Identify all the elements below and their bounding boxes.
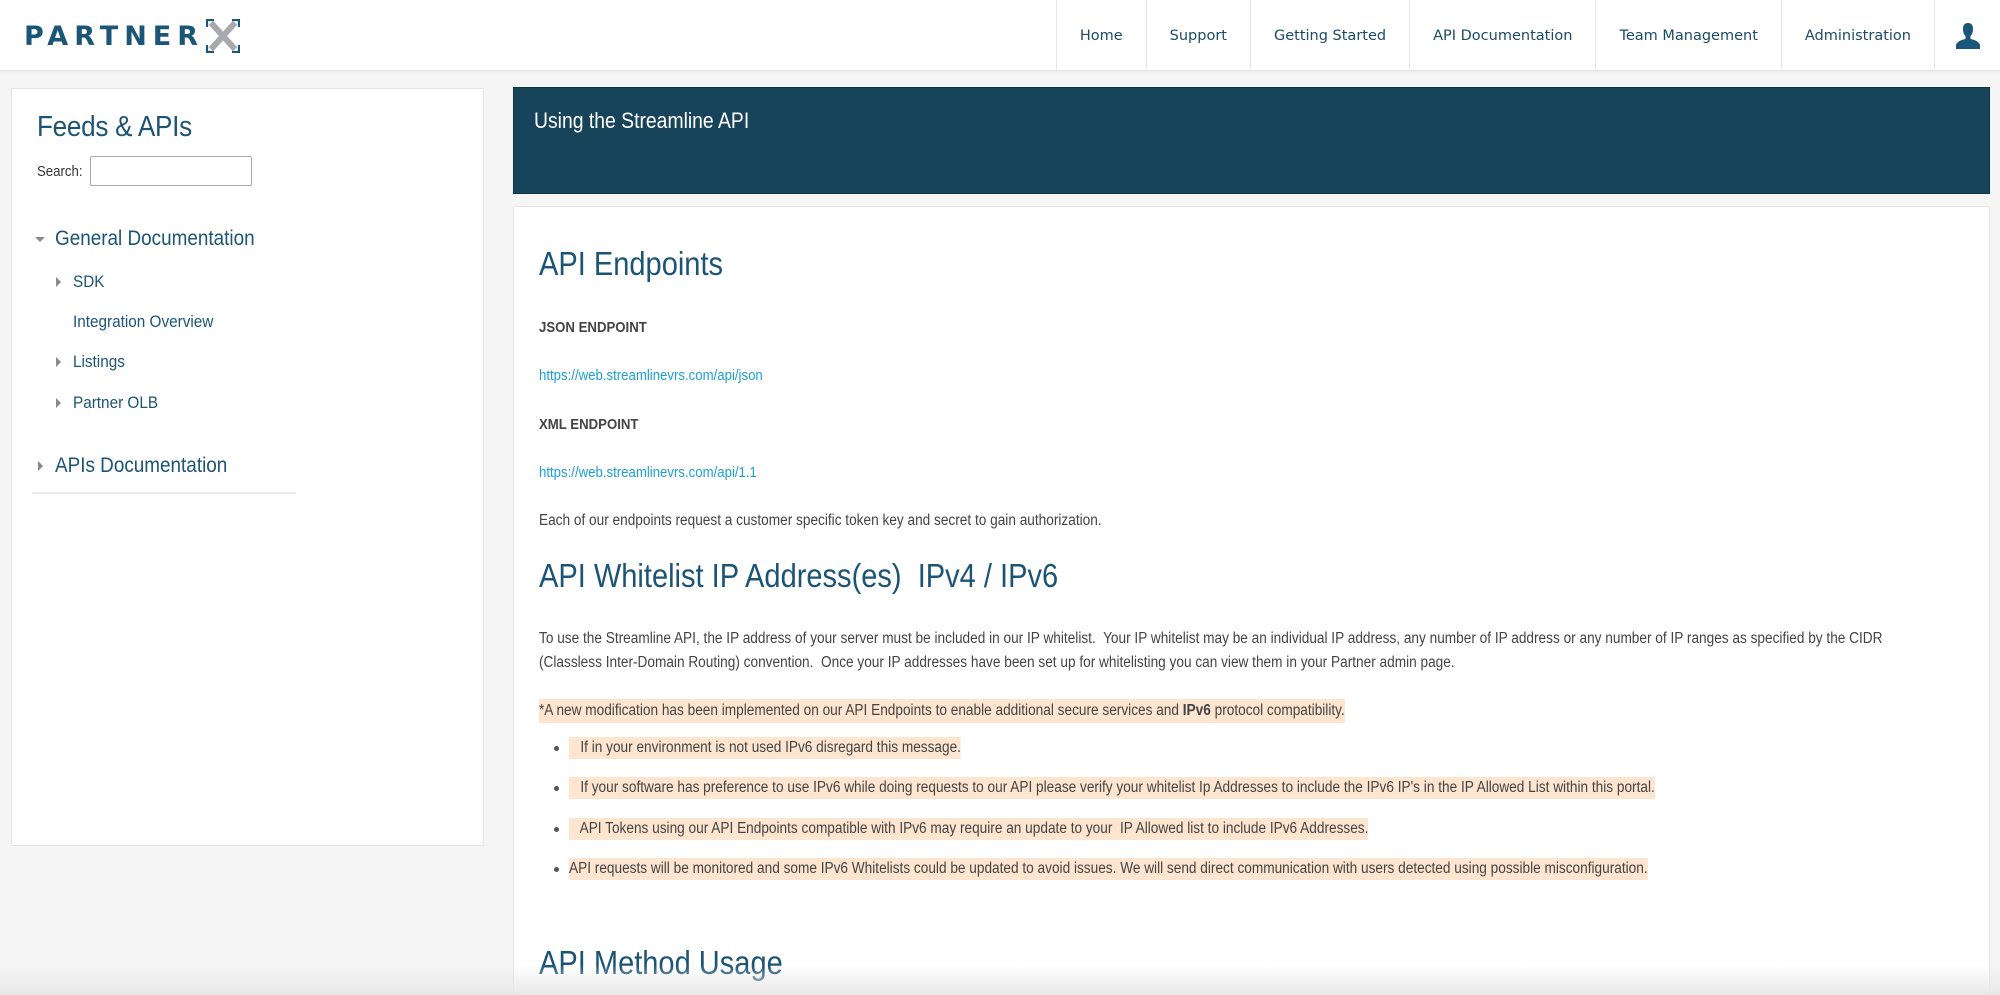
nav-home[interactable]: Home: [1055, 0, 1146, 71]
caret-right-icon[interactable]: [52, 277, 64, 287]
logo-x-mark-icon: [206, 19, 241, 53]
whitelist-para-line2: (Classless Inter-Domain Routing) convent…: [539, 654, 1455, 671]
list-item-text: API requests will be monitored and some …: [569, 858, 1648, 880]
tree-item-partner-olb[interactable]: Partner OLB: [52, 393, 168, 413]
nav-getting-started-label: Getting Started: [1273, 27, 1387, 44]
tree-item-label: Partner OLB: [73, 393, 159, 412]
tree-item-apis-documentation[interactable]: APIs Documentation: [34, 454, 246, 478]
tree-divider: [32, 492, 296, 494]
bullet-icon: [554, 866, 559, 872]
sidebar-search: Search:: [37, 156, 252, 186]
tree-item-label: Listings: [73, 352, 125, 371]
tree-item-sdk[interactable]: SDK: [52, 272, 108, 292]
nav-api-documentation-label: API Documentation: [1433, 27, 1573, 44]
endpoints-note: Each of our endpoints request a customer…: [539, 512, 1102, 529]
nav-team-management[interactable]: Team Management: [1595, 0, 1780, 71]
tree-item-general-documentation[interactable]: General Documentation: [34, 227, 277, 251]
page-banner: Using the Streamline API: [513, 87, 1990, 194]
nav-home-label: Home: [1079, 27, 1123, 44]
caret-right-icon[interactable]: [34, 461, 46, 471]
logo-text: PARTNER: [24, 20, 205, 52]
tree-item-listings[interactable]: Listings: [52, 352, 131, 372]
list-item: If your software has preference to use I…: [554, 777, 1803, 799]
ipv6-notice-bold: IPv6: [1182, 702, 1211, 719]
tree-item-label: General Documentation: [55, 227, 255, 250]
ipv6-notice-suffix: protocol compatibility.: [1210, 702, 1345, 719]
search-input[interactable]: [90, 156, 252, 186]
whitelist-para-line1: To use the Streamline API, the IP addres…: [539, 630, 1883, 647]
ipv6-notice-prefix: *A new modification has been implemented…: [539, 702, 1183, 719]
xml-endpoint-link[interactable]: https://web.streamlinevrs.com/api/1.1: [539, 464, 757, 481]
ipv6-notice: *A new modification has been implemented…: [539, 699, 1345, 723]
bullet-icon: [554, 826, 559, 832]
caret-down-icon[interactable]: [34, 236, 46, 242]
page-title: Using the Streamline API: [534, 108, 750, 133]
nav-administration-label: Administration: [1804, 27, 1911, 44]
tree-item-label: APIs Documentation: [55, 454, 228, 477]
heading-api-endpoints: API Endpoints: [539, 245, 724, 282]
json-endpoint-label: JSON ENDPOINT: [539, 319, 647, 336]
nav-support-label: Support: [1169, 27, 1227, 44]
search-label: Search:: [37, 162, 83, 180]
partnerx-logo[interactable]: PARTNER: [24, 18, 241, 54]
list-item-text: API Tokens using our API Endpoints compa…: [569, 818, 1369, 840]
nav-team-management-label: Team Management: [1619, 27, 1758, 44]
nav-getting-started[interactable]: Getting Started: [1249, 0, 1409, 71]
list-item-text: If in your environment is not used IPv6 …: [569, 737, 961, 759]
main-nav: Home Support Getting Started API Documen…: [1055, 0, 2000, 71]
sidebar: Feeds & APIs Search: General Documentati…: [11, 88, 484, 846]
caret-right-icon[interactable]: [52, 357, 64, 367]
tree-item-label: SDK: [73, 272, 105, 291]
tree-item-integration-overview[interactable]: Integration Overview: [52, 312, 229, 332]
list-item: API requests will be monitored and some …: [554, 858, 1795, 880]
nav-support[interactable]: Support: [1145, 0, 1250, 71]
content-panel: API Endpoints JSON ENDPOINT https://web.…: [513, 206, 1990, 995]
bullet-icon: [554, 785, 559, 791]
nav-api-documentation[interactable]: API Documentation: [1409, 0, 1595, 71]
caret-right-icon[interactable]: [52, 398, 64, 408]
list-item: API Tokens using our API Endpoints compa…: [554, 818, 1477, 840]
json-endpoint-link[interactable]: https://web.streamlinevrs.com/api/json: [539, 367, 763, 384]
user-icon: [1955, 22, 1981, 50]
nav-administration[interactable]: Administration: [1780, 0, 1934, 71]
user-menu-button[interactable]: [1934, 0, 2000, 71]
heading-api-method-usage: API Method Usage: [539, 944, 783, 981]
tree-item-label: Integration Overview: [73, 312, 214, 331]
bullet-icon: [554, 745, 559, 751]
top-navigation-bar: PARTNER Home Support Getting Started API…: [0, 0, 2000, 71]
heading-api-whitelist: API Whitelist IP Address(es) IPv4 / IPv6: [539, 557, 1059, 594]
list-item: If in your environment is not used IPv6 …: [554, 737, 1014, 759]
list-item-text: If your software has preference to use I…: [569, 777, 1655, 799]
sidebar-title: Feeds & APIs: [37, 111, 192, 143]
xml-endpoint-label: XML ENDPOINT: [539, 416, 639, 433]
